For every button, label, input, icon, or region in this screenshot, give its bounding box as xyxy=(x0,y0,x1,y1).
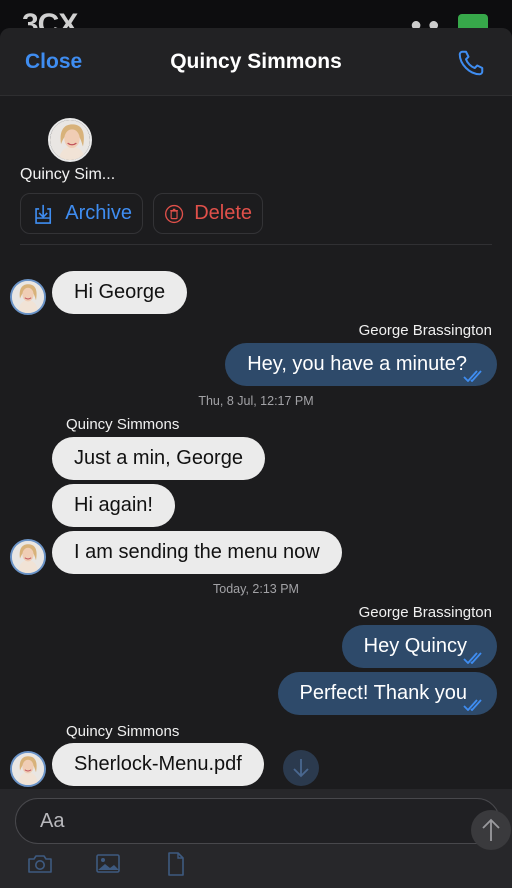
composer: Aa xyxy=(0,789,512,888)
archive-button[interactable]: Archive xyxy=(20,193,143,234)
message-incoming[interactable]: Hi George xyxy=(52,271,188,314)
message-incoming[interactable]: Just a min, George xyxy=(52,437,265,480)
timestamp: Thu, 8 Jul, 12:17 PM xyxy=(198,394,314,408)
navigation-bar: Close Quincy Simmons xyxy=(0,28,512,96)
avatar xyxy=(10,539,46,575)
sender-name: George Brassington xyxy=(358,604,492,621)
delete-label: Delete xyxy=(194,202,252,224)
read-receipt-icon xyxy=(463,699,487,711)
avatar xyxy=(48,118,92,162)
phone-icon[interactable] xyxy=(456,48,486,78)
message-outgoing[interactable]: Hey Quincy xyxy=(341,625,497,668)
read-receipt-icon xyxy=(463,652,487,664)
send-button[interactable] xyxy=(471,810,511,850)
sender-name: Quincy Simmons xyxy=(66,416,180,433)
chat-sheet: Close Quincy Simmons Quincy Sim... Archi… xyxy=(0,28,512,888)
status-icons: ● ● xyxy=(410,14,440,28)
message-incoming[interactable]: Hi again! xyxy=(52,484,175,527)
image-icon[interactable] xyxy=(94,850,122,878)
page-title: Quincy Simmons xyxy=(170,50,342,73)
archive-icon xyxy=(35,204,52,224)
archive-label: Archive xyxy=(65,202,132,224)
message-outgoing[interactable]: Hey, you have a minute? xyxy=(225,343,497,386)
participant-name: Quincy Sim... xyxy=(20,166,116,183)
avatar xyxy=(10,751,46,787)
message-text: Hey Quincy xyxy=(363,635,467,657)
camera-icon[interactable] xyxy=(26,850,54,878)
message-input-placeholder: Aa xyxy=(40,810,65,832)
message-incoming[interactable]: I am sending the menu now xyxy=(52,531,342,574)
timestamp: Today, 2:13 PM xyxy=(213,582,299,596)
file-icon[interactable] xyxy=(162,850,190,878)
message-outgoing[interactable]: Perfect! Thank you xyxy=(277,672,497,715)
status-bar: 3CX ● ● xyxy=(0,0,512,28)
participant-card[interactable]: Quincy Sim... xyxy=(20,118,120,184)
sender-name: Quincy Simmons xyxy=(66,723,180,740)
sender-name: George Brassington xyxy=(358,322,492,339)
file-attachment-message[interactable]: Sherlock-Menu.pdf xyxy=(52,743,264,786)
arrow-down-icon xyxy=(293,759,309,778)
avatar xyxy=(10,279,46,315)
divider xyxy=(20,244,492,245)
status-indicator xyxy=(458,14,488,28)
message-text: Perfect! Thank you xyxy=(299,682,468,704)
scroll-down-button[interactable] xyxy=(283,750,319,786)
app-logo: 3CX xyxy=(22,8,78,28)
trash-icon xyxy=(165,204,184,223)
message-text: Hey, you have a minute? xyxy=(247,353,467,375)
delete-button[interactable]: Delete xyxy=(153,193,263,234)
message-input[interactable]: Aa xyxy=(15,798,511,850)
read-receipt-icon xyxy=(463,370,487,382)
arrow-up-icon xyxy=(482,818,500,841)
